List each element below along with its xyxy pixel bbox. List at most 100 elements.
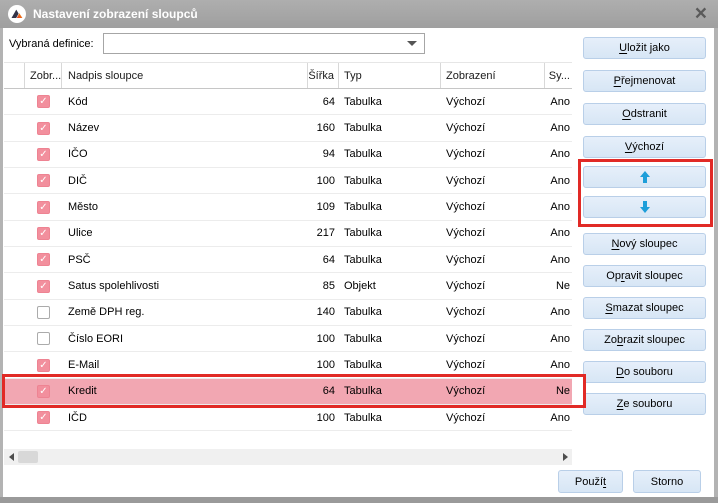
to-file-button[interactable]: Do souboru xyxy=(583,361,706,383)
cancel-button[interactable]: Storno xyxy=(633,470,701,493)
visibility-checkbox[interactable]: ✓ xyxy=(37,227,50,240)
delete-column-button[interactable]: Smazat sloupec xyxy=(583,297,706,319)
column-display-cell: Výchozí xyxy=(441,194,545,219)
row-indicator xyxy=(4,326,25,351)
row-indicator xyxy=(4,221,25,246)
column-type-cell: Objekt xyxy=(339,273,441,298)
table-row[interactable]: Země DPH reg. 140 Tabulka Výchozí Ano xyxy=(4,300,572,326)
horizontal-scrollbar[interactable] xyxy=(4,449,572,465)
row-indicator xyxy=(4,247,25,272)
column-display-cell: Výchozí xyxy=(441,379,545,404)
header-indicator xyxy=(4,63,25,88)
visibility-checkbox[interactable]: ✓ xyxy=(37,359,50,372)
column-display-cell: Výchozí xyxy=(441,273,545,298)
apply-button[interactable]: Použít xyxy=(558,470,623,493)
row-checkbox-cell: ✓ xyxy=(25,221,62,246)
default-button[interactable]: Výchozí xyxy=(583,136,706,158)
save-as-button[interactable]: Uložit jako xyxy=(583,37,706,59)
row-indicator xyxy=(4,194,25,219)
header-display[interactable]: Zobrazení xyxy=(441,63,545,88)
row-checkbox-cell: ✓ xyxy=(25,194,62,219)
visibility-checkbox[interactable]: ✓ xyxy=(37,411,50,424)
column-system-cell: Ano xyxy=(545,142,572,167)
row-indicator xyxy=(4,142,25,167)
column-system-cell: Ano xyxy=(545,89,572,114)
row-checkbox-cell: ✓ xyxy=(25,89,62,114)
column-system-cell: Ne xyxy=(545,273,572,298)
column-title-cell: Kredit xyxy=(62,379,308,404)
rename-button[interactable]: Přejmenovat xyxy=(583,70,706,92)
table-row[interactable]: ✓ IČO 94 Tabulka Výchozí Ano xyxy=(4,142,572,168)
scrollbar-thumb[interactable] xyxy=(18,451,38,463)
chevron-down-icon[interactable] xyxy=(407,41,417,46)
visibility-checkbox[interactable]: ✓ xyxy=(37,122,50,135)
row-indicator xyxy=(4,168,25,193)
header-type[interactable]: Typ xyxy=(339,63,441,88)
visibility-checkbox[interactable] xyxy=(37,332,50,345)
table-row[interactable]: ✓ E-Mail 100 Tabulka Výchozí Ano xyxy=(4,352,572,378)
show-column-button[interactable]: Zobrazit sloupec xyxy=(583,329,706,351)
close-icon[interactable]: × xyxy=(695,0,707,28)
table-row[interactable]: ✓ PSČ 64 Tabulka Výchozí Ano xyxy=(4,247,572,273)
column-title-cell: IČD xyxy=(62,405,308,430)
visibility-checkbox[interactable]: ✓ xyxy=(37,148,50,161)
scroll-right-icon[interactable] xyxy=(558,453,572,461)
column-width-cell: 217 xyxy=(308,221,339,246)
definition-combobox[interactable] xyxy=(103,33,425,54)
header-show[interactable]: Zobr... xyxy=(25,63,62,88)
column-type-cell: Tabulka xyxy=(339,379,441,404)
table-row[interactable]: ✓ Satus spolehlivosti 85 Objekt Výchozí … xyxy=(4,273,572,299)
column-width-cell: 160 xyxy=(308,115,339,140)
column-display-cell: Výchozí xyxy=(441,221,545,246)
column-display-cell: Výchozí xyxy=(441,405,545,430)
column-width-cell: 94 xyxy=(308,142,339,167)
header-system[interactable]: Sy... xyxy=(545,63,572,88)
selected-definition-label: Vybraná definice: xyxy=(9,38,94,50)
column-display-cell: Výchozí xyxy=(441,142,545,167)
row-checkbox-cell: ✓ xyxy=(25,142,62,167)
move-down-button[interactable] xyxy=(583,196,706,218)
column-system-cell: Ano xyxy=(545,221,572,246)
visibility-checkbox[interactable]: ✓ xyxy=(37,385,50,398)
table-row[interactable]: ✓ Název 160 Tabulka Výchozí Ano xyxy=(4,115,572,141)
row-checkbox-cell xyxy=(25,326,62,351)
visibility-checkbox[interactable]: ✓ xyxy=(37,201,50,214)
dialog-title: Nastavení zobrazení sloupců xyxy=(33,7,198,21)
table-row[interactable]: ✓ Město 109 Tabulka Výchozí Ano xyxy=(4,194,572,220)
table-row[interactable]: ✓ Ulice 217 Tabulka Výchozí Ano xyxy=(4,221,572,247)
column-system-cell: Ano xyxy=(545,168,572,193)
column-type-cell: Tabulka xyxy=(339,300,441,325)
from-file-button[interactable]: Ze souboru xyxy=(583,393,706,415)
header-width[interactable]: Šířka xyxy=(308,63,339,88)
column-system-cell: Ano xyxy=(545,115,572,140)
visibility-checkbox[interactable]: ✓ xyxy=(37,95,50,108)
row-checkbox-cell xyxy=(25,300,62,325)
visibility-checkbox[interactable] xyxy=(37,306,50,319)
column-title-cell: Kód xyxy=(62,89,308,114)
column-display-cell: Výchozí xyxy=(441,300,545,325)
column-settings-dialog: Nastavení zobrazení sloupců × Vybraná de… xyxy=(0,0,718,503)
header-title[interactable]: Nadpis sloupce xyxy=(62,63,308,88)
scroll-left-icon[interactable] xyxy=(4,453,18,461)
edit-column-button[interactable]: Opravit sloupec xyxy=(583,265,706,287)
move-up-button[interactable] xyxy=(583,166,706,188)
column-width-cell: 64 xyxy=(308,247,339,272)
table-row[interactable]: ✓ Kredit 64 Tabulka Výchozí Ne xyxy=(4,379,572,405)
column-display-cell: Výchozí xyxy=(441,168,545,193)
row-checkbox-cell: ✓ xyxy=(25,405,62,430)
column-title-cell: DIČ xyxy=(62,168,308,193)
table-row[interactable]: ✓ Kód 64 Tabulka Výchozí Ano xyxy=(4,89,572,115)
column-display-cell: Výchozí xyxy=(441,247,545,272)
table-row[interactable]: Číslo EORI 100 Tabulka Výchozí Ano xyxy=(4,326,572,352)
column-title-cell: Číslo EORI xyxy=(62,326,308,351)
table-row[interactable]: ✓ DIČ 100 Tabulka Výchozí Ano xyxy=(4,168,572,194)
row-checkbox-cell: ✓ xyxy=(25,115,62,140)
visibility-checkbox[interactable]: ✓ xyxy=(37,280,50,293)
row-indicator xyxy=(4,115,25,140)
table-row[interactable]: ✓ IČD 100 Tabulka Výchozí Ano xyxy=(4,405,572,431)
visibility-checkbox[interactable]: ✓ xyxy=(37,174,50,187)
column-system-cell: Ano xyxy=(545,352,572,377)
remove-button[interactable]: Odstranit xyxy=(583,103,706,125)
new-column-button[interactable]: Nový sloupec xyxy=(583,233,706,255)
visibility-checkbox[interactable]: ✓ xyxy=(37,253,50,266)
